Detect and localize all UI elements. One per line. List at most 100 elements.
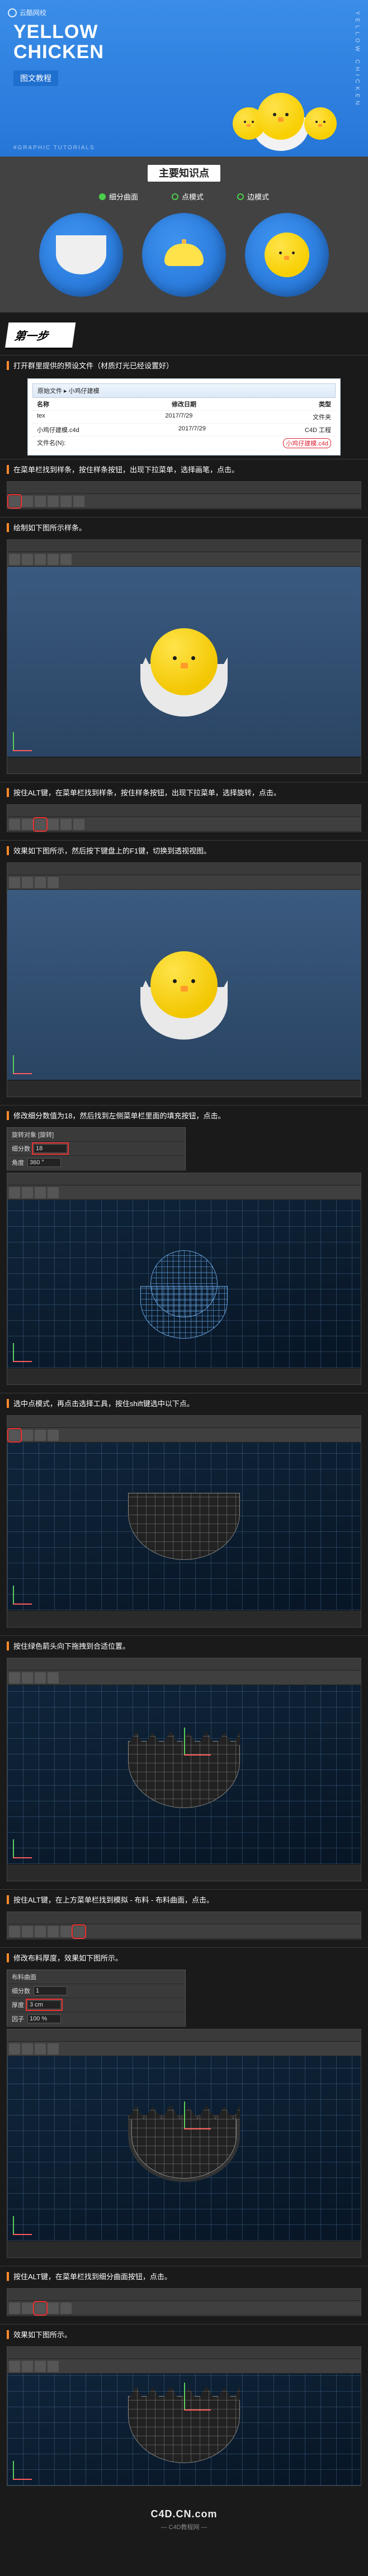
brand-name: 云酷网校 (20, 8, 46, 17)
instruction-text: 打开群里提供的预设文件（材质灯光已经设置好） (13, 360, 173, 371)
instruction-text: 选中点模式，再点击选择工具，按住shift键选中以下点。 (13, 1398, 194, 1408)
instruction-text: 按住ALT键，在上方菜单栏找到模拟 - 布料 - 布料曲面，点击。 (13, 1894, 214, 1905)
attribute-panel-cloth[interactable]: 布料曲面 细分数 厚度 因子 (7, 1970, 186, 2027)
file-columns: 名称 修改日期 类型 (32, 398, 336, 411)
axis-gizmo-icon (13, 1580, 37, 1605)
bullet-bar-icon (7, 1953, 9, 1962)
cloth-factor-input[interactable] (27, 2014, 61, 2023)
axis-gizmo-icon (13, 1337, 37, 1362)
bullet-bar-icon (7, 1895, 9, 1904)
panel-label: 因子 (12, 2014, 24, 2023)
hero-badge: 图文教程 (13, 70, 58, 86)
viewport-chick-egg (150, 628, 218, 695)
instruction-4: 按住ALT键，在菜单栏找到样条，按住样条按钮，出现下拉菜单，选择旋转，点击。 (0, 782, 368, 802)
kp-cards-row (0, 210, 368, 312)
instruction-10: 修改布料厚度，效果如下图所示。 (0, 1947, 368, 1967)
bullet-bar-icon (7, 523, 9, 532)
kp-card-shell (39, 213, 123, 297)
hero-title: YELLOW CHICKEN (13, 22, 104, 62)
hero-banner: 云酷网校 YELLOW CHICKEN 图文教程 YELLOW CHICKEN … (0, 0, 368, 156)
footer-domain: C4D.CN.com (0, 2508, 368, 2520)
chick-main (257, 93, 304, 140)
move-gizmo-icon[interactable] (184, 2128, 185, 2129)
instruction-6: 修改细分数值为18，然后找到左侧菜单栏里面的填充按钮，点击。 (0, 1105, 368, 1125)
screenshot-bowl-points (7, 1415, 361, 1628)
kp-card-face (245, 213, 329, 297)
logo-ring-icon (8, 8, 17, 17)
knowledge-points-section: 主要知识点 细分曲面 点模式 边模式 (0, 156, 368, 312)
screenshot-render-egg-1 (7, 539, 361, 774)
file-name-highlight[interactable]: 小鸡仔建模.c4d (283, 438, 331, 448)
instruction-text: 修改布料厚度，效果如下图所示。 (13, 1952, 122, 1963)
cloth-subdiv-input[interactable] (34, 1986, 67, 1995)
radio-dot-icon (172, 193, 178, 200)
bullet-bar-icon (7, 465, 9, 474)
instruction-7: 选中点模式，再点击选择工具，按住shift键选中以下点。 (0, 1393, 368, 1413)
instruction-5: 效果如下图所示，然后按下键盘上的F1键，切换到透视视图。 (0, 840, 368, 860)
instruction-2: 在菜单栏找到样条，按住样条按钮，出现下拉菜单，选择画笔，点击。 (0, 459, 368, 479)
axis-gizmo-icon (13, 2210, 37, 2235)
move-gizmo-icon[interactable] (184, 2409, 185, 2410)
axis-gizmo-icon (13, 727, 37, 751)
step-1-header: 第一步 (5, 322, 76, 349)
panel-label: 角度 (12, 1158, 24, 1167)
panel-label: 细分数 (12, 1144, 30, 1153)
hero-title-line2: CHICKEN (13, 42, 104, 63)
kp-mode-edge[interactable]: 边模式 (237, 191, 269, 202)
kp-mode-label: 边模式 (247, 191, 269, 202)
bullet-bar-icon (7, 361, 9, 370)
axis-gizmo-icon (13, 2455, 37, 2480)
attribute-panel-subdiv[interactable]: 旋转对象 [旋转] 细分数 角度 (7, 1127, 186, 1170)
hero-title-line1: YELLOW (13, 22, 104, 42)
hero-vertical-text: YELLOW CHICKEN (354, 11, 360, 108)
panel-title: 旋转对象 [旋转] (7, 1128, 185, 1142)
instruction-text: 按住ALT键，在菜单栏找到样条，按住样条按钮，出现下拉菜单，选择旋转，点击。 (13, 787, 281, 798)
screenshot-cloth-menu (7, 1911, 361, 1939)
screenshot-bowl-drag (7, 1658, 361, 1881)
viewport-bowl-smooth (128, 2396, 240, 2463)
file-row[interactable]: tex 2017/7/29 文件夹 (32, 411, 336, 424)
point-mode-icon[interactable] (9, 1430, 20, 1441)
hero-subcaption: #GRAPHIC TUTORIALS (13, 145, 95, 151)
page-footer: C4D.CN.com — C4D教程网 — (0, 2494, 368, 2551)
file-open-dialog[interactable]: 原始文件 ▸ 小鸡仔建模 名称 修改日期 类型 tex 2017/7/29 文件… (27, 378, 341, 456)
radio-dot-icon (237, 193, 244, 200)
move-gizmo-icon[interactable] (184, 1754, 185, 1755)
instruction-text: 在菜单栏找到样条，按住样条按钮，出现下拉菜单，选择画笔，点击。 (13, 464, 239, 475)
file-dialog-path: 原始文件 ▸ 小鸡仔建模 (32, 383, 336, 398)
bullet-bar-icon (7, 1642, 9, 1650)
kp-modes-row: 细分曲面 点模式 边模式 (0, 186, 368, 210)
kp-mode-label: 细分曲面 (109, 191, 138, 202)
file-name-label: 文件名(N): (37, 438, 65, 448)
subdiv-count-input[interactable] (34, 1144, 67, 1153)
instruction-3: 绘制如下图所示样条。 (0, 517, 368, 537)
file-row[interactable]: 小鸡仔建模.c4d 2017/7/29 C4D 工程 (32, 424, 336, 437)
brand-logo: 云酷网校 (8, 8, 46, 17)
spline-tool-icon[interactable] (9, 496, 20, 507)
screenshot-lathe-menu (7, 804, 361, 832)
bullet-bar-icon (7, 2272, 9, 2281)
instruction-text: 效果如下图所示，然后按下键盘上的F1键，切换到透视视图。 (13, 845, 211, 856)
instruction-11: 按住ALT键，在菜单栏找到细分曲面按钮，点击。 (0, 2266, 368, 2286)
sds-tool-icon[interactable] (35, 2303, 46, 2314)
kp-mode-subdivision[interactable]: 细分曲面 (99, 191, 138, 202)
kp-card-hair (142, 213, 226, 297)
instruction-text: 按住ALT键，在菜单栏找到细分曲面按钮，点击。 (13, 2271, 172, 2281)
cloth-thickness-input[interactable] (27, 2000, 61, 2009)
bullet-bar-icon (7, 2330, 9, 2339)
footer-tagline: — C4D教程网 — (0, 2522, 368, 2531)
bullet-bar-icon (7, 1111, 9, 1120)
axis-gizmo-icon (13, 1834, 37, 1858)
cloth-surface-menu-icon[interactable] (73, 1926, 84, 1937)
lathe-tool-icon[interactable] (35, 819, 46, 830)
instruction-text: 绘制如下图所示样条。 (13, 522, 86, 533)
kp-mode-point[interactable]: 点模式 (172, 191, 204, 202)
panel-label: 细分数 (12, 1986, 30, 1995)
screenshot-render-egg-2 (7, 862, 361, 1097)
hero-artwork (233, 93, 329, 140)
instruction-12: 效果如下图所示。 (0, 2324, 368, 2344)
instruction-text: 效果如下图所示。 (13, 2329, 72, 2340)
kp-title-wrap: 主要知识点 (0, 156, 368, 186)
viewport-bowl (128, 1493, 240, 1560)
angle-input[interactable] (27, 1158, 61, 1167)
